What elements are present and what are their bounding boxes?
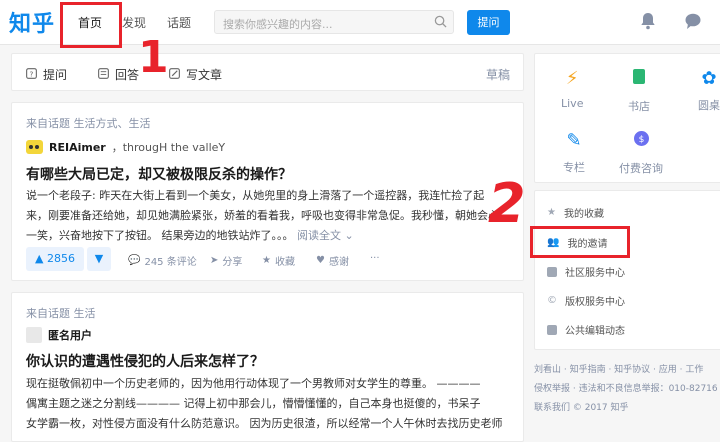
toolbar-answer[interactable]: 回答 — [98, 66, 139, 83]
author-bio: ，througH the valleY — [111, 141, 226, 154]
sidebar-links: ★ 我的收藏 👥 我的邀请 社区服务中心 © 版权服务中心 公共编辑动态 — [534, 190, 720, 350]
search-placeholder: 搜索你感兴趣的内容... — [223, 18, 333, 31]
share-button[interactable]: ➤ 分享 — [210, 253, 242, 268]
feed-author-line: REIAimer ，througH the valleY — [26, 139, 225, 155]
toolbar-write-label: 写文章 — [186, 68, 223, 82]
pencil-icon — [169, 67, 180, 82]
downvote-button[interactable]: ▼ — [87, 247, 111, 271]
more-button[interactable]: ··· — [370, 253, 380, 264]
excerpt-line: 现在挺敬佩初中一个历史老师的，因为他用行动体现了一个男教师对女学生的尊重。 ——… — [26, 377, 481, 390]
annotation-number-2: 2 — [488, 172, 526, 235]
messages-icon[interactable] — [684, 12, 702, 34]
question-title[interactable]: 你认识的遭遇性侵犯的人后来怎样了？ — [26, 351, 264, 371]
edit-icon — [547, 324, 557, 335]
share-icon: ➤ — [210, 255, 219, 266]
search-icon[interactable] — [434, 15, 447, 31]
answer-excerpt[interactable]: 现在挺敬佩初中一个历史老师的，因为他用行动体现了一个男教师对女学生的尊重。 ——… — [26, 374, 522, 434]
svg-text:$: $ — [638, 135, 644, 145]
chevron-down-icon: ⌄ — [344, 229, 354, 242]
upvote-button[interactable]: ▲ 2856 — [26, 247, 84, 271]
excerpt-line: 一笑，兴奋地按下了按钮。 结果旁边的地铁站炸了。。。 阅读全文 ⌄ — [26, 229, 354, 242]
sidebar-item-public-edits[interactable]: 公共编辑动态 — [547, 322, 625, 337]
star-icon: ★ — [262, 255, 271, 266]
excerpt-line: 女学霸一枚，对性侵方面没有什么防范意识。 因为历史很渣，所以经常一个人午休时去找… — [26, 417, 503, 430]
compose-toolbar: ? 提问 回答 写文章 草稿 — [11, 53, 524, 91]
footer-contact[interactable]: 联系我们 © 2017 知乎 — [534, 400, 629, 413]
notification-bell-icon[interactable] — [640, 12, 656, 34]
copyright-icon: © — [547, 295, 557, 306]
comment-icon: 💬 — [128, 255, 141, 266]
heart-icon: ♥ — [316, 255, 325, 266]
search-input[interactable]: 搜索你感兴趣的内容... — [214, 10, 454, 34]
comments-button[interactable]: 💬 245 条评论 — [128, 253, 197, 268]
feed-source[interactable]: 来自话题 生活 — [26, 305, 96, 321]
thanks-button[interactable]: ♥ 感谢 — [316, 253, 349, 268]
annotation-number-1: 1 — [138, 32, 169, 83]
anonymous-avatar — [26, 327, 42, 343]
zhihu-logo[interactable]: 知乎 — [9, 6, 55, 38]
excerpt-line: 说一个老段子: 昨天在大街上看到一个美女，从她兜里的身上滑落了一个遥控器，我连忙… — [26, 189, 485, 202]
quick-roundtable[interactable]: ✿ 圆桌 — [698, 68, 720, 113]
toolbar-write[interactable]: 写文章 — [169, 66, 222, 83]
quick-column[interactable]: ✎ 专栏 — [563, 130, 585, 175]
ask-question-button[interactable]: 提问 — [467, 10, 510, 35]
toolbar-ask-label: 提问 — [43, 68, 68, 82]
roundtable-icon: ✿ — [701, 68, 717, 89]
downvote-arrow-icon: ▼ — [94, 252, 104, 265]
star-icon: ★ — [547, 207, 556, 218]
book-icon — [628, 68, 650, 90]
feed-card: 来自话题 生活方式、生活 REIAimer ，througH the valle… — [11, 102, 524, 281]
nav-discover[interactable]: 发现 — [122, 14, 146, 31]
author-name: 匿名用户 — [48, 329, 92, 342]
toolbar-drafts[interactable]: 草稿 — [486, 66, 510, 83]
avatar[interactable] — [26, 140, 43, 154]
sidebar-item-copyright-center[interactable]: © 版权服务中心 — [547, 293, 625, 308]
question-icon: ? — [26, 67, 37, 82]
chat-icon — [547, 266, 557, 277]
read-more-link[interactable]: 阅读全文 ⌄ — [297, 229, 354, 242]
quick-bookstore[interactable]: 书店 — [628, 68, 650, 114]
nav-topics[interactable]: 话题 — [167, 14, 191, 31]
feed-card: 来自话题 生活 匿名用户 你认识的遭遇性侵犯的人后来怎样了？ 现在挺敬佩初中一个… — [11, 292, 524, 442]
collect-button[interactable]: ★ 收藏 — [262, 253, 295, 268]
annotation-box-home — [60, 2, 122, 48]
feed-author-line: 匿名用户 — [26, 327, 92, 343]
sidebar-item-community-center[interactable]: 社区服务中心 — [547, 264, 625, 279]
excerpt-line: 来，刚要准备还给她，却见她满脸紧张，娇羞的看着我，呼吸也变得非常急促。我秒懂，朝… — [26, 209, 499, 222]
sidebar-quick-links: ⚡ Live 书店 ✿ 圆桌 ✎ 专栏 $ 付费咨询 — [534, 53, 720, 183]
upvote-arrow-icon: ▲ — [35, 252, 44, 265]
question-title[interactable]: 有哪些大局已定，却又被极限反杀的操作？ — [26, 164, 292, 184]
footer-links[interactable]: 刘看山 · 知乎指南 · 知乎协议 · 应用 · 工作 — [534, 362, 703, 375]
excerpt-line: 偶寓主题之迷之分割线———— 记得上初中那会儿，懵懵懂懂的，自己本身也挺傻的，书… — [26, 397, 481, 410]
answer-excerpt[interactable]: 说一个老段子: 昨天在大街上看到一个美女，从她兜里的身上滑落了一个遥控器，我连忙… — [26, 186, 518, 246]
consult-icon: $ — [619, 130, 663, 152]
footer-report[interactable]: 侵权举报 · 违法和不良信息举报：010-82716 — [534, 381, 718, 394]
pen-icon: ✎ — [566, 130, 582, 151]
annotation-box-invitations — [530, 226, 630, 258]
toolbar-answer-label: 回答 — [115, 68, 140, 82]
quick-paid-consult[interactable]: $ 付费咨询 — [619, 130, 663, 176]
quick-live[interactable]: ⚡ Live — [561, 68, 583, 110]
svg-text:?: ? — [30, 69, 34, 78]
feed-source[interactable]: 来自话题 生活方式、生活 — [26, 115, 151, 131]
author-name[interactable]: REIAimer — [49, 141, 106, 154]
toolbar-ask[interactable]: ? 提问 — [26, 66, 67, 83]
answer-icon — [98, 67, 109, 82]
lightning-icon: ⚡ — [565, 68, 579, 89]
sidebar-item-collections[interactable]: ★ 我的收藏 — [547, 205, 604, 220]
